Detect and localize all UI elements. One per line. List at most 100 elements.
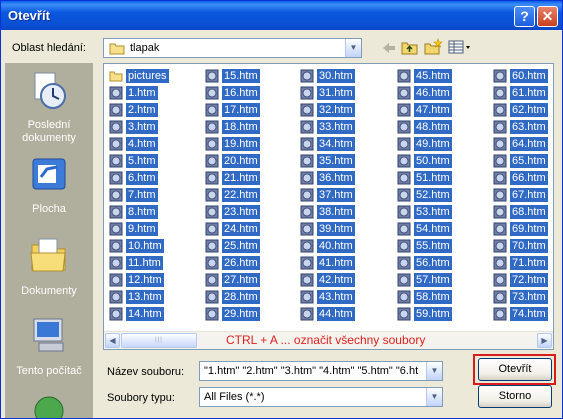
- html-file-icon: [109, 103, 123, 117]
- chevron-down-icon[interactable]: ▼: [426, 388, 442, 406]
- horizontal-scrollbar[interactable]: ◀ ||| CTRL + A ... označit všechny soubo…: [104, 331, 553, 349]
- my-computer-icon: [33, 318, 64, 352]
- network-places-icon: [34, 396, 64, 418]
- desktop-icon: [32, 158, 66, 190]
- file-name: 29.htm: [222, 307, 260, 321]
- html-file-icon: [493, 86, 507, 100]
- file-name: 1.htm: [126, 86, 158, 100]
- filetype-label: Soubory typu:: [107, 392, 175, 404]
- file-name: 37.htm: [317, 188, 355, 202]
- filename-label: Název souboru:: [107, 366, 185, 378]
- file-name: 52.htm: [414, 188, 452, 202]
- html-file-icon: [300, 239, 314, 253]
- file-name: 20.htm: [222, 154, 260, 168]
- html-file-icon: [300, 307, 314, 321]
- html-file-icon: [205, 307, 219, 321]
- html-file-icon: [109, 205, 123, 219]
- place-label: Poslední dokumenty: [22, 119, 76, 144]
- file-name: 41.htm: [317, 256, 355, 270]
- html-file-icon: [397, 103, 411, 117]
- place-computer[interactable]: Tento počítač: [5, 315, 93, 378]
- html-file-icon: [205, 103, 219, 117]
- html-file-icon: [205, 239, 219, 253]
- html-file-icon: [397, 290, 411, 304]
- html-file-icon: [397, 120, 411, 134]
- file-name: 18.htm: [222, 120, 260, 134]
- place-network[interactable]: [5, 391, 93, 418]
- file-name: 34.htm: [317, 137, 355, 151]
- file-name: pictures: [126, 69, 169, 83]
- html-file-icon: [205, 205, 219, 219]
- open-button[interactable]: Otevřít: [478, 358, 552, 381]
- html-file-icon: [300, 222, 314, 236]
- file-name: 48.htm: [414, 120, 452, 134]
- file-name: 73.htm: [510, 290, 548, 304]
- scroll-right-icon[interactable]: ▶: [537, 333, 552, 348]
- place-desktop[interactable]: Plocha: [5, 155, 93, 216]
- file-name: 46.htm: [414, 86, 452, 100]
- html-file-icon: [109, 273, 123, 287]
- file-list[interactable]: pictures 1.htm 2.htm 3.htm 4.htm 5.htm 6.htm 7.…: [103, 63, 554, 350]
- html-file-icon: [205, 137, 219, 151]
- chevron-down-icon[interactable]: ▼: [345, 39, 361, 57]
- file-name: 10.htm: [126, 239, 164, 253]
- html-file-icon: [397, 69, 411, 83]
- new-folder-icon[interactable]: [424, 38, 443, 56]
- place-recent[interactable]: Poslední dokumenty: [5, 71, 93, 145]
- file-name: 31.htm: [317, 86, 355, 100]
- filetype-value: All Files (*.*): [204, 391, 265, 403]
- file-name: 35.htm: [317, 154, 355, 168]
- file-name: 16.htm: [222, 86, 260, 100]
- dialog-title: Otevřít: [8, 8, 50, 23]
- scroll-left-icon[interactable]: ◀: [105, 333, 120, 348]
- file-name: 61.htm: [510, 86, 548, 100]
- html-file-icon: [300, 69, 314, 83]
- look-in-combo[interactable]: tlapak ▼: [103, 38, 362, 58]
- look-in-label: Oblast hledání:: [12, 42, 86, 54]
- html-file-icon: [493, 222, 507, 236]
- file-name: 36.htm: [317, 171, 355, 185]
- my-documents-icon: [30, 238, 66, 272]
- up-folder-icon[interactable]: [401, 39, 419, 56]
- close-button[interactable]: ✕: [537, 6, 558, 27]
- file-name: 38.htm: [317, 205, 355, 219]
- html-file-icon: [109, 86, 123, 100]
- scroll-thumb[interactable]: |||: [121, 333, 197, 348]
- file-name: 3.htm: [126, 120, 158, 134]
- recent-documents-icon: [34, 72, 66, 109]
- place-label: Dokumenty: [21, 285, 77, 297]
- file-name: 19.htm: [222, 137, 260, 151]
- html-file-icon: [493, 137, 507, 151]
- html-file-icon: [300, 137, 314, 151]
- cancel-button[interactable]: Storno: [478, 385, 552, 408]
- file-name: 8.htm: [126, 205, 158, 219]
- file-name: 33.htm: [317, 120, 355, 134]
- file-name: 53.htm: [414, 205, 452, 219]
- html-file-icon: [300, 273, 314, 287]
- html-file-icon: [300, 171, 314, 185]
- html-file-icon: [109, 307, 123, 321]
- html-file-icon: [397, 239, 411, 253]
- back-arrow-icon[interactable]: [381, 41, 397, 55]
- chevron-down-icon[interactable]: ▼: [426, 362, 442, 380]
- file-name: 30.htm: [317, 69, 355, 83]
- title-bar[interactable]: Otevřít ? ✕: [1, 1, 562, 30]
- help-button[interactable]: ?: [514, 6, 535, 27]
- place-documents[interactable]: Dokumenty: [5, 235, 93, 298]
- html-file-icon: [205, 256, 219, 270]
- html-file-icon: [205, 69, 219, 83]
- view-menu-icon[interactable]: [448, 40, 472, 54]
- file-name: 68.htm: [510, 205, 548, 219]
- html-file-icon: [300, 120, 314, 134]
- html-file-icon: [205, 290, 219, 304]
- filename-input[interactable]: "1.htm" "2.htm" "3.htm" "4.htm" "5.htm" …: [199, 361, 443, 381]
- filetype-select[interactable]: All Files (*.*) ▼: [199, 387, 443, 407]
- file-name: 63.htm: [510, 120, 548, 134]
- html-file-icon: [493, 188, 507, 202]
- file-name: 17.htm: [222, 103, 260, 117]
- html-file-icon: [493, 273, 507, 287]
- file-name: 56.htm: [414, 256, 452, 270]
- open-dialog: Otevřít ? ✕ Oblast hledání: tlapak ▼ Pos…: [0, 0, 563, 419]
- html-file-icon: [109, 256, 123, 270]
- html-file-icon: [493, 171, 507, 185]
